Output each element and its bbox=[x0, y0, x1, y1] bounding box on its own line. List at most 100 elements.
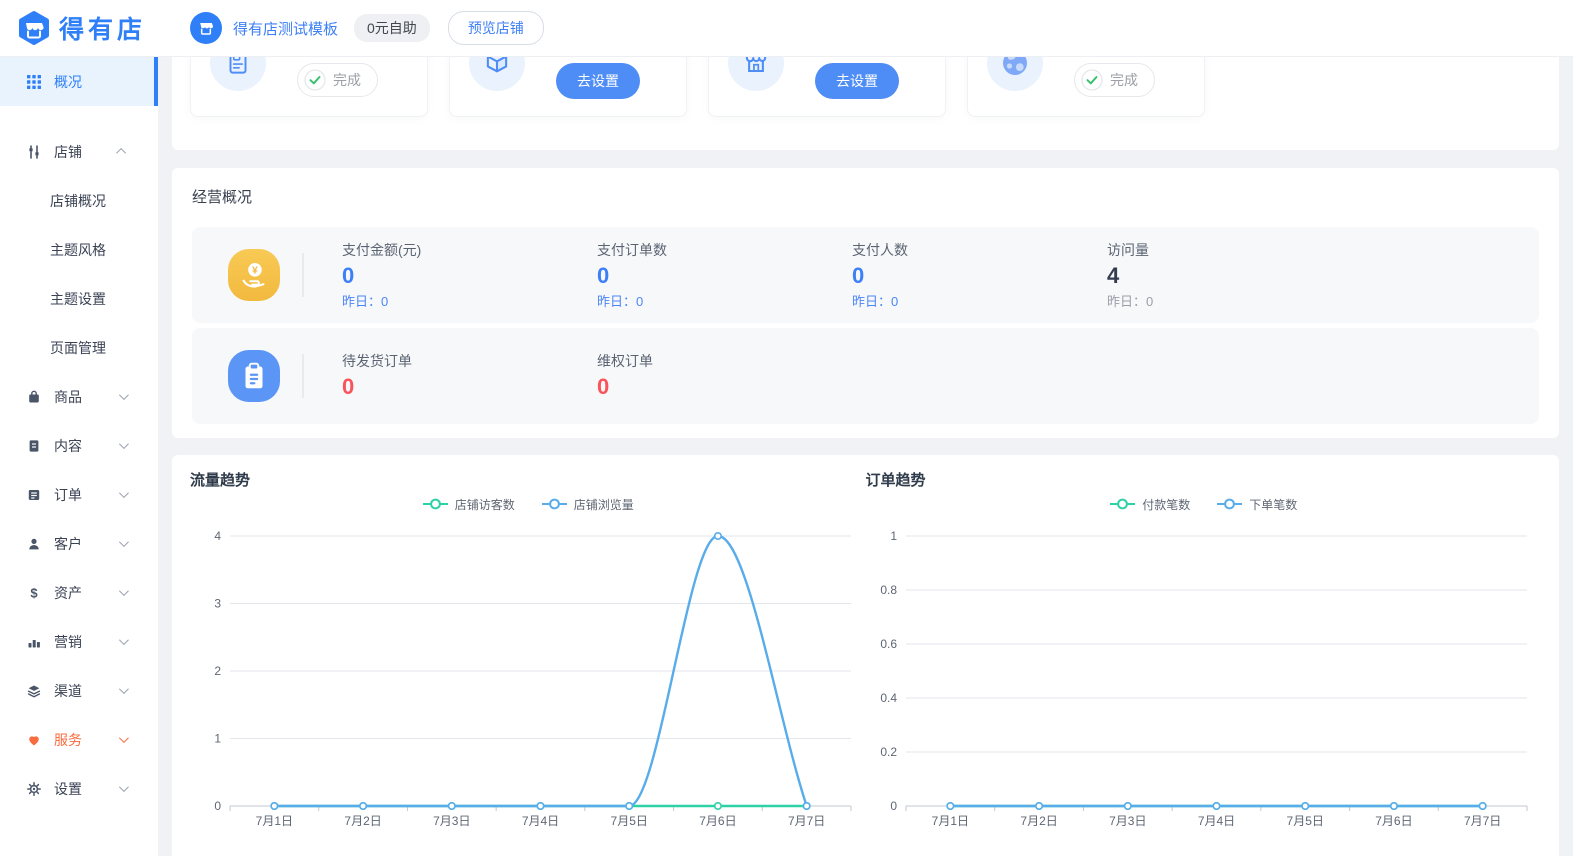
task-done-button[interactable]: 完成 bbox=[297, 63, 378, 97]
sidebar-item-assets[interactable]: $ 资产 bbox=[0, 568, 158, 617]
brand-name: 得有店 bbox=[59, 10, 146, 46]
svg-text:2: 2 bbox=[214, 664, 221, 678]
legend-item-order-count[interactable]: 下单笔数 bbox=[1216, 496, 1297, 513]
svg-text:7月4日: 7月4日 bbox=[1197, 814, 1234, 828]
stat-columns: 支付金额(元) 0 昨日：0 支付订单数 0 昨日：0 支付人数 0 昨日：0 … bbox=[304, 240, 1324, 310]
clipboard-icon bbox=[228, 350, 280, 402]
sidebar-item-content[interactable]: 内容 bbox=[0, 421, 158, 470]
legend-item-visitors[interactable]: 店铺访客数 bbox=[422, 496, 515, 513]
stat-pay-orders: 支付订单数 0 昨日：0 bbox=[559, 240, 814, 310]
task-cards: 完成 去设置 bbox=[190, 57, 1541, 117]
stat-visits: 访问量 4 昨日：0 bbox=[1069, 240, 1324, 310]
setup-tasks-panel: 完成 去设置 bbox=[172, 57, 1559, 150]
traffic-trend-chart-block: 流量趋势 店铺访客数 店铺浏览量 bbox=[190, 469, 866, 846]
task-card-goods[interactable]: 去设置 bbox=[449, 57, 687, 117]
sidebar-item-marketing[interactable]: 营销 bbox=[0, 617, 158, 666]
app-header: 得有店 得有店测试模板 0元自助 预览店铺 bbox=[0, 0, 1573, 57]
customers-icon bbox=[26, 536, 42, 552]
preview-store-button[interactable]: 预览店铺 bbox=[448, 11, 544, 45]
sidebar-item-customers[interactable]: 客户 bbox=[0, 519, 158, 568]
chevron-down-icon bbox=[119, 782, 129, 792]
svg-text:7月3日: 7月3日 bbox=[1109, 814, 1146, 828]
sidebar-subitem-page-management[interactable]: 页面管理 bbox=[0, 323, 158, 372]
task-card-store-design[interactable]: 去设置 bbox=[708, 57, 946, 117]
order-stats-row: 待发货订单 0 维权订单 0 bbox=[192, 328, 1539, 424]
svg-text:7月4日: 7月4日 bbox=[522, 814, 559, 828]
sidebar-item-shop[interactable]: 店铺 bbox=[0, 127, 158, 176]
check-circle-icon bbox=[1081, 69, 1103, 91]
svg-text:0.4: 0.4 bbox=[880, 691, 897, 705]
store-info: 得有店测试模板 0元自助 预览店铺 bbox=[158, 11, 544, 45]
chevron-down-icon bbox=[119, 390, 129, 400]
service-heart-icon bbox=[26, 732, 42, 748]
grid-icon bbox=[26, 74, 42, 90]
line-marker-icon bbox=[1109, 498, 1136, 510]
store-name-link[interactable]: 得有店测试模板 bbox=[233, 18, 338, 39]
marketing-barchart-icon bbox=[26, 634, 42, 650]
svg-text:0: 0 bbox=[890, 799, 897, 813]
store-avatar[interactable] bbox=[190, 12, 222, 44]
svg-text:0.2: 0.2 bbox=[880, 745, 897, 759]
chevron-down-icon bbox=[119, 684, 129, 694]
svg-text:7月2日: 7月2日 bbox=[344, 814, 381, 828]
stat-dispute-orders: 维权订单 0 bbox=[559, 351, 814, 402]
sidebar-subitem-theme-settings[interactable]: 主题设置 bbox=[0, 274, 158, 323]
svg-text:7月6日: 7月6日 bbox=[1375, 814, 1412, 828]
brand-logo[interactable]: 得有店 bbox=[0, 10, 158, 46]
svg-text:1: 1 bbox=[890, 529, 897, 543]
order-trend-chart-block: 订单趋势 付款笔数 下单笔数 bbox=[866, 469, 1542, 846]
legend-item-pageviews[interactable]: 店铺浏览量 bbox=[541, 496, 634, 513]
svg-text:¥: ¥ bbox=[252, 266, 258, 277]
business-overview-panel: 经营概况 ¥ 支付金额(元) 0 昨日：0 支付订单数 bbox=[172, 168, 1559, 438]
channels-layers-icon bbox=[26, 683, 42, 699]
svg-text:4: 4 bbox=[214, 529, 221, 543]
task-card-publish[interactable]: 完成 bbox=[967, 57, 1205, 117]
charts-panel: 流量趋势 店铺访客数 店铺浏览量 bbox=[172, 455, 1559, 856]
stat-columns: 待发货订单 0 维权订单 0 bbox=[304, 351, 814, 402]
sidebar-item-goods[interactable]: 商品 bbox=[0, 372, 158, 421]
order-chart-legend: 付款笔数 下单笔数 bbox=[866, 492, 1542, 516]
svg-text:7月2日: 7月2日 bbox=[1020, 814, 1057, 828]
svg-text:7月1日: 7月1日 bbox=[256, 814, 293, 828]
sidebar: 概况 店铺 店铺概况 主题风格 主题设置 页面管理 bbox=[0, 57, 158, 856]
overview-title: 经营概况 bbox=[192, 186, 1539, 207]
svg-text:7月7日: 7月7日 bbox=[788, 814, 825, 828]
svg-text:0.8: 0.8 bbox=[880, 583, 897, 597]
sidebar-item-settings[interactable]: 设置 bbox=[0, 764, 158, 813]
sidebar-subitem-shop-overview[interactable]: 店铺概况 bbox=[0, 176, 158, 225]
chevron-up-icon bbox=[116, 148, 126, 158]
chevron-down-icon bbox=[119, 586, 129, 596]
svg-text:1: 1 bbox=[214, 732, 221, 746]
sidebar-item-orders[interactable]: 订单 bbox=[0, 470, 158, 519]
svg-text:$: $ bbox=[30, 586, 38, 600]
go-setup-button[interactable]: 去设置 bbox=[815, 63, 899, 99]
sidebar-item-channels[interactable]: 渠道 bbox=[0, 666, 158, 715]
svg-text:7月5日: 7月5日 bbox=[611, 814, 648, 828]
chevron-down-icon bbox=[119, 733, 129, 743]
sidebar-item-overview[interactable]: 概况 bbox=[0, 57, 158, 106]
storefront-hexagon-icon bbox=[16, 10, 52, 46]
stat-pending-shipment: 待发货订单 0 bbox=[304, 351, 559, 402]
line-marker-icon bbox=[541, 498, 568, 510]
chevron-down-icon bbox=[119, 635, 129, 645]
go-setup-button[interactable]: 去设置 bbox=[556, 63, 640, 99]
assets-dollar-icon: $ bbox=[26, 585, 42, 601]
svg-text:7月7日: 7月7日 bbox=[1463, 814, 1500, 828]
traffic-trend-line-chart[interactable]: 012347月1日7月2日7月3日7月4日7月5日7月6日7月7日 bbox=[190, 516, 865, 846]
task-done-button[interactable]: 完成 bbox=[1074, 63, 1155, 97]
svg-text:7月5日: 7月5日 bbox=[1286, 814, 1323, 828]
chevron-down-icon bbox=[119, 488, 129, 498]
sidebar-item-service[interactable]: 服务 bbox=[0, 715, 158, 764]
globe-icon bbox=[987, 57, 1043, 91]
svg-text:0: 0 bbox=[214, 799, 221, 813]
plan-badge: 0元自助 bbox=[354, 14, 430, 42]
sidebar-subitem-theme-style[interactable]: 主题风格 bbox=[0, 225, 158, 274]
cube-icon bbox=[469, 57, 525, 91]
legend-item-paid-count[interactable]: 付款笔数 bbox=[1109, 496, 1190, 513]
payment-stats-row: ¥ 支付金额(元) 0 昨日：0 支付订单数 0 昨日：0 支付人 bbox=[192, 227, 1539, 323]
svg-text:7月3日: 7月3日 bbox=[433, 814, 470, 828]
task-card-store-info[interactable]: 完成 bbox=[190, 57, 428, 117]
payment-hand-coin-icon: ¥ bbox=[228, 249, 280, 301]
document-form-icon bbox=[210, 57, 266, 91]
order-trend-line-chart[interactable]: 00.20.40.60.817月1日7月2日7月3日7月4日7月5日7月6日7月… bbox=[866, 516, 1541, 846]
